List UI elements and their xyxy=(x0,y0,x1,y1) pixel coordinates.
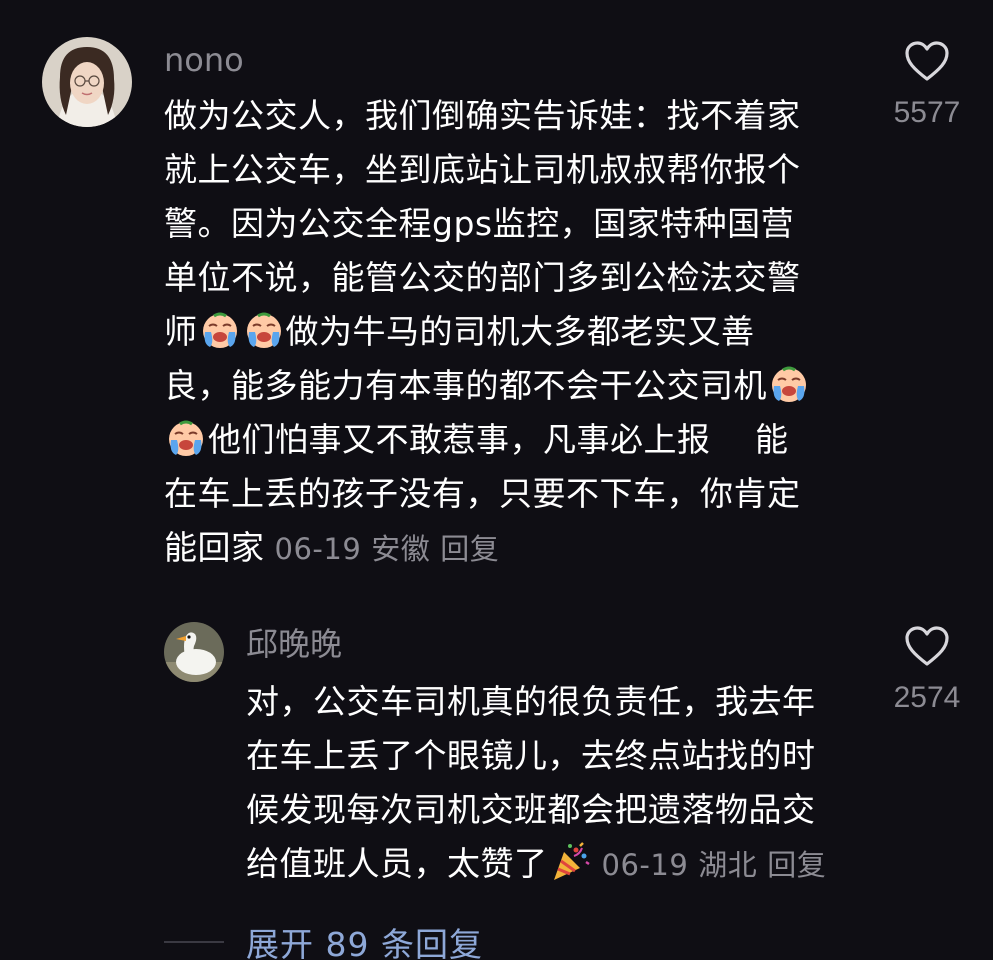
crying-face-emoji xyxy=(244,310,284,350)
comment-username[interactable]: nono xyxy=(164,44,244,76)
reply-button[interactable]: 回复 xyxy=(767,848,826,882)
goose-avatar-image xyxy=(164,622,224,682)
comment-meta: 06-19 湖北 回复 xyxy=(602,848,837,882)
crying-face-emoji xyxy=(769,364,809,404)
crying-face-emoji xyxy=(166,418,206,458)
comment-line: 对，公交车司机真的很负责任，我去年 xyxy=(246,682,816,721)
comment-location: 安徽 xyxy=(371,532,431,566)
divider-line xyxy=(164,941,224,943)
comment-body[interactable]: 对，公交车司机真的很负责任，我去年 在车上丢了个眼镜儿，去终点站找的时 候发现每… xyxy=(246,675,856,892)
like-button[interactable]: 2574 xyxy=(882,625,972,715)
comment-line: 在车上丢的孩子没有，只要不下车，你肯定 xyxy=(164,474,801,513)
like-count: 5577 xyxy=(893,96,961,129)
comment-username[interactable]: 邱晚晚 xyxy=(246,628,342,660)
comment-body[interactable]: 做为公交人，我们倒确实告诉娃：找不着家 就上公交车，坐到底站让司机叔叔帮你报个 … xyxy=(164,89,854,576)
like-count: 2574 xyxy=(893,681,961,714)
comment-date: 06-19 xyxy=(601,848,689,882)
expand-replies-button[interactable]: 展开 89 条回复 xyxy=(246,918,483,960)
comment-text-fragment: 他们怕事又不敢惹事，凡事必上报 能 xyxy=(208,420,789,459)
comment-line: 能回家 06-19 安徽 回复 xyxy=(164,521,854,576)
comment-line: 他们怕事又不敢惹事，凡事必上报 能 xyxy=(164,413,854,467)
party-popper-emoji xyxy=(550,842,590,882)
comment-thread: nono 做为公交人，我们倒确实告诉娃：找不着家 就上公交车，坐到底站让司机叔叔… xyxy=(0,0,993,960)
comment-line: 警。因为公交全程gps监控，国家特种国营 xyxy=(164,204,795,243)
expand-replies-row[interactable]: 展开 89 条回复 xyxy=(164,918,483,960)
comment-text-fragment: 给值班人员，太赞了 xyxy=(246,844,548,883)
comment-line: 单位不说，能管公交的部门多到公检法交警 xyxy=(164,258,801,297)
user-avatar-image xyxy=(42,37,132,127)
comment-line: 良，能多能力有本事的都不会干公交司机 xyxy=(164,359,854,413)
comment-text-fragment: 师 xyxy=(164,312,198,351)
comment-date: 06-19 xyxy=(274,532,362,566)
crying-face-emoji xyxy=(200,310,240,350)
heart-outline-icon xyxy=(905,626,949,666)
avatar[interactable] xyxy=(42,37,132,127)
comment-meta: 06-19 安徽 回复 xyxy=(275,532,510,566)
like-button[interactable]: 5577 xyxy=(882,40,972,130)
comment-text-fragment: 做为牛马的司机大多都老实又善 xyxy=(285,312,755,351)
comment-location: 湖北 xyxy=(698,848,758,882)
comment-line: 做为公交人，我们倒确实告诉娃：找不着家 xyxy=(164,96,801,135)
comment-text-fragment: 能回家 xyxy=(164,528,265,567)
avatar[interactable] xyxy=(164,622,224,682)
comment-text-fragment: 良，能多能力有本事的都不会干公交司机 xyxy=(164,366,767,405)
comment-line: 就上公交车，坐到底站让司机叔叔帮你报个 xyxy=(164,150,801,189)
reply-button[interactable]: 回复 xyxy=(440,532,499,566)
comment-line: 在车上丢了个眼镜儿，去终点站找的时 xyxy=(246,736,816,775)
comment-line: 给值班人员，太赞了 06-19 湖北 回复 xyxy=(246,837,856,892)
heart-outline-icon xyxy=(905,41,949,81)
comment-line: 师 做为牛马的司机大多都老实又善 xyxy=(164,305,854,359)
comment-line: 候发现每次司机交班都会把遗落物品交 xyxy=(246,790,816,829)
